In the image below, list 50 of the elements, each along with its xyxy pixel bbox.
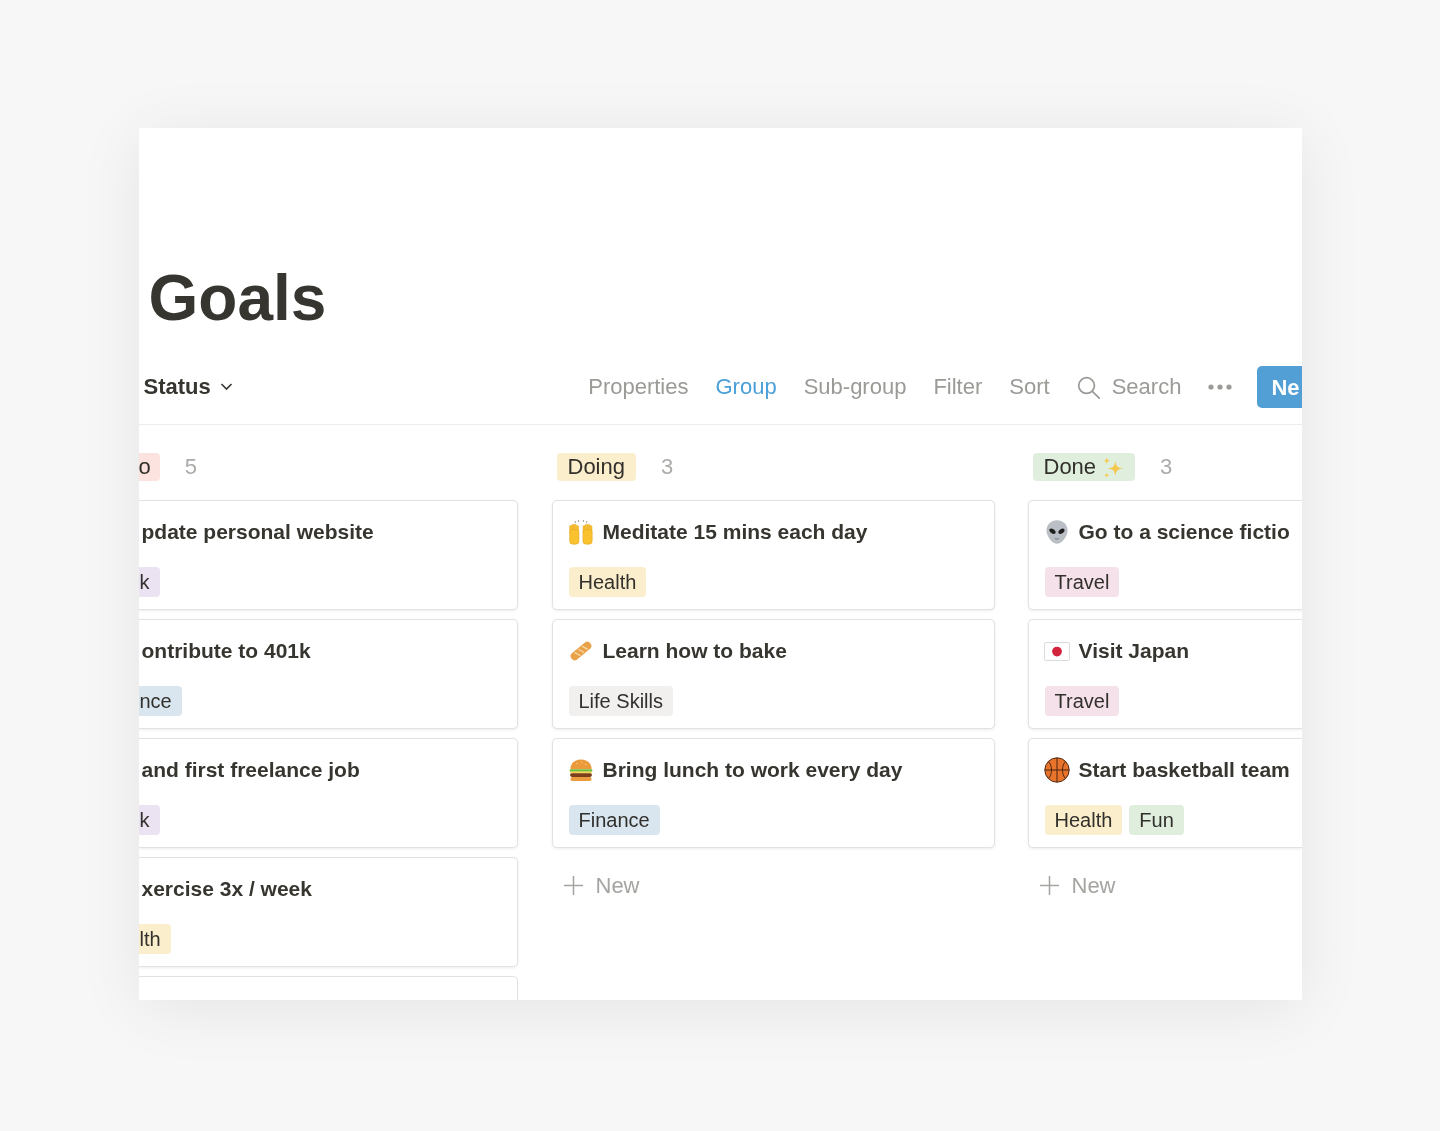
category-tag: nce (138, 686, 182, 716)
view-switcher-button[interactable]: Status (143, 373, 233, 401)
board-card[interactable]: Meditate 15 mins each day Health (551, 500, 995, 610)
board-card[interactable]: pdate personal website k (138, 500, 518, 610)
raised-hands-icon (567, 519, 594, 545)
card-title: Bring lunch to work every day (602, 757, 903, 783)
card-title: Visit Japan (1078, 638, 1189, 664)
burger-icon (567, 757, 594, 783)
card-title: xercise 3x / week (141, 876, 312, 902)
sparkles-icon (1102, 455, 1125, 479)
card-title: and first freelance job (141, 757, 360, 783)
more-icon[interactable] (1208, 384, 1233, 390)
board-card[interactable]: Learn how to bake Life Skills (551, 619, 995, 729)
board-card[interactable]: ontribute to 401k nce (138, 619, 518, 729)
card-title: Learn how to bake (602, 638, 787, 664)
board-card[interactable]: Bring lunch to work every day Finance (551, 738, 995, 848)
item-count: 3 (1160, 453, 1173, 481)
status-tag: o (138, 453, 160, 481)
card-title: Start basketball team (1078, 757, 1290, 783)
status-tag: Doing (556, 453, 636, 481)
search-icon (1076, 375, 1100, 399)
item-count: 5 (184, 453, 197, 481)
status-label: Done (1043, 453, 1097, 481)
chevron-down-icon (219, 383, 233, 391)
category-tag: Life Skills (568, 686, 673, 716)
category-tag: k (138, 567, 160, 597)
category-tag: k (138, 805, 160, 835)
category-tag: Travel (1044, 686, 1120, 716)
board-card[interactable]: Go to a science fictio Travel (1027, 500, 1302, 610)
page-title: Goals (148, 266, 327, 330)
category-tag: Finance (568, 805, 660, 835)
plus-icon (1039, 875, 1059, 895)
category-tag: Health (1044, 805, 1123, 835)
basketball-icon (1043, 757, 1070, 783)
card-title: pdate personal website (141, 519, 374, 545)
category-tag: Health (568, 567, 647, 597)
board-card[interactable]: xercise 3x / week lth (138, 857, 518, 967)
category-tag: Travel (1044, 567, 1120, 597)
alien-icon (1043, 519, 1070, 545)
card-title: Meditate 15 mins each day (602, 519, 868, 545)
board-card[interactable]: and first freelance job k (138, 738, 518, 848)
category-tag: lth (138, 924, 171, 954)
category-tag: Fun (1129, 805, 1184, 835)
board-card[interactable]: Start basketball team Health Fun (1027, 738, 1302, 848)
card-title: Go to a science fictio (1078, 519, 1290, 545)
card-title: ontribute to 401k (141, 638, 311, 664)
item-count: 3 (661, 453, 674, 481)
japan-flag-icon (1043, 641, 1070, 661)
board-card[interactable]: Visit Japan Travel (1027, 619, 1302, 729)
plus-icon (563, 875, 583, 895)
